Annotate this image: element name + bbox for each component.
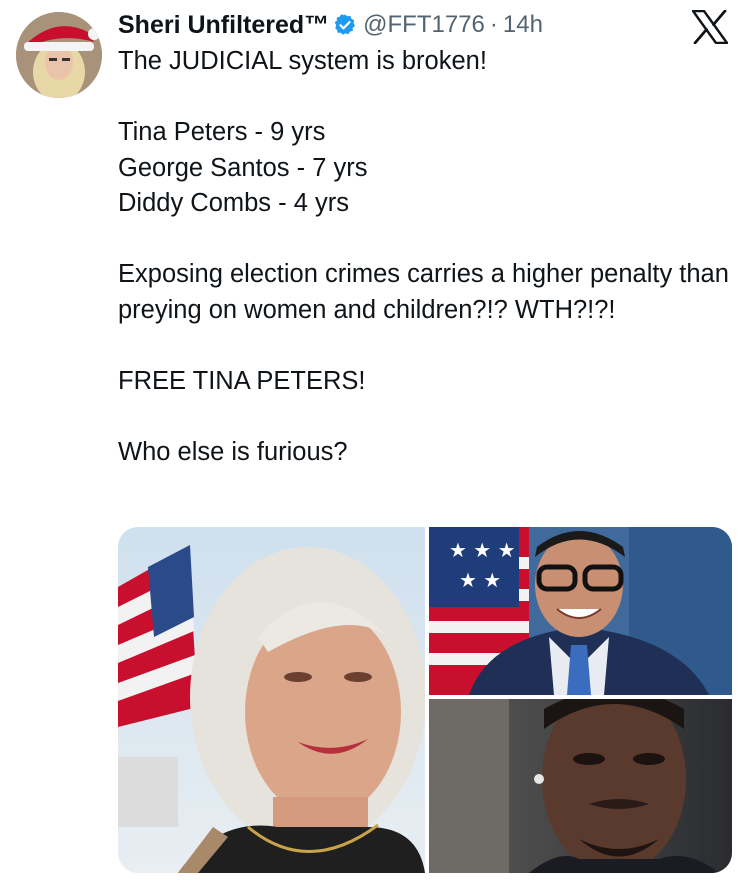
tweet-line: FREE TINA PETERS! xyxy=(118,366,366,395)
tweet-text: The JUDICIAL system is broken! Tina Pete… xyxy=(118,44,736,470)
post-time[interactable]: 14h xyxy=(503,11,543,39)
tweet-header: Sheri Unfiltered ™ @FFT1776 · 14h xyxy=(118,8,543,42)
tweet-line: Who else is furious? xyxy=(118,437,348,466)
man-with-glasses-flag-photo[interactable]: ★ ★ ★ ★ ★ xyxy=(429,527,732,695)
tweet-line: Diddy Combs - 4 yrs xyxy=(118,189,349,217)
author-avatar[interactable] xyxy=(16,12,102,98)
tweet-line: George Santos - 7 yrs xyxy=(118,153,368,182)
man-portrait-photo[interactable] xyxy=(429,699,732,873)
tweet-line-blank xyxy=(118,328,736,364)
tweet-line-blank xyxy=(118,399,736,435)
tweet-line-blank xyxy=(118,222,736,258)
separator-dot: · xyxy=(489,11,498,38)
trademark-symbol: ™ xyxy=(304,10,330,39)
woman-with-flag-photo[interactable] xyxy=(118,527,425,873)
author-handle[interactable]: @FFT1776 xyxy=(363,11,485,39)
svg-text:★ ★ ★: ★ ★ ★ xyxy=(449,538,516,562)
tweet-line-blank xyxy=(118,80,736,116)
x-logo-icon[interactable] xyxy=(692,10,728,44)
tweet-line: The JUDICIAL system is broken! xyxy=(118,47,487,75)
media-grid: ★ ★ ★ ★ ★ xyxy=(118,527,732,873)
svg-text:★ ★: ★ ★ xyxy=(459,568,501,592)
avatar-image xyxy=(16,12,102,98)
verified-badge-icon xyxy=(334,14,356,35)
tweet-line: Tina Peters - 9 yrs xyxy=(118,118,326,146)
tweet-line: Exposing election crimes carries a highe… xyxy=(118,260,729,324)
author-name[interactable]: Sheri Unfiltered xyxy=(118,11,304,40)
